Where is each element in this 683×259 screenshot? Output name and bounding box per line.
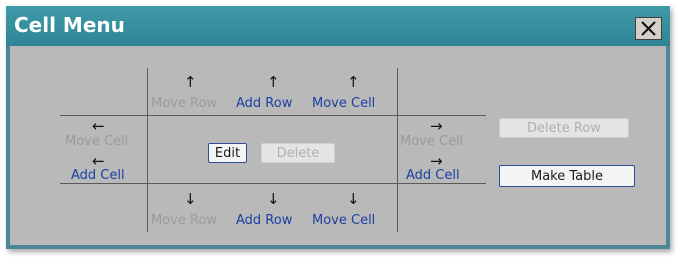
add-cell-right-link[interactable]: Add Cell <box>406 168 460 183</box>
grid-line-top <box>60 115 486 116</box>
up-arrow-icon: ↑ <box>347 73 360 91</box>
delete-button: Delete <box>261 143 335 163</box>
title-bar[interactable]: Cell Menu <box>6 6 670 46</box>
dialog-title: Cell Menu <box>14 13 125 37</box>
add-row-below-link[interactable]: Add Row <box>236 213 292 228</box>
add-cell-left-link[interactable]: Add Cell <box>71 168 125 183</box>
make-table-button[interactable]: Make Table <box>499 165 635 187</box>
close-x-icon <box>641 21 656 36</box>
cell-menu-panel: ↑ ↑ ↑ Move Row Add Row Move Cell ← Move … <box>10 46 666 245</box>
cell-menu-dialog: Cell Menu ↑ ↑ ↑ Move Row Add Row Move Ce… <box>6 6 670 249</box>
move-cell-down-link[interactable]: Move Cell <box>312 213 375 228</box>
up-arrow-icon: ↑ <box>184 73 197 91</box>
grid-line-left <box>147 68 148 232</box>
add-row-above-link[interactable]: Add Row <box>236 96 292 111</box>
grid-line-right <box>397 68 398 232</box>
move-row-up-link: Move Row <box>151 96 218 111</box>
move-cell-left-link: Move Cell <box>65 134 129 149</box>
down-arrow-icon: ↓ <box>267 190 280 208</box>
move-cell-right-link: Move Cell <box>400 134 464 149</box>
left-arrow-icon: ← <box>92 152 105 170</box>
right-arrow-icon: → <box>430 117 443 135</box>
close-button[interactable] <box>635 17 662 40</box>
move-cell-up-link[interactable]: Move Cell <box>312 96 375 111</box>
left-arrow-icon: ← <box>92 117 105 135</box>
right-arrow-icon: → <box>430 152 443 170</box>
edit-button[interactable]: Edit <box>208 143 247 163</box>
delete-row-button: Delete Row <box>499 118 629 138</box>
grid-line-bottom <box>60 183 486 184</box>
move-row-down-link: Move Row <box>151 213 218 228</box>
down-arrow-icon: ↓ <box>184 190 197 208</box>
up-arrow-icon: ↑ <box>267 73 280 91</box>
down-arrow-icon: ↓ <box>347 190 360 208</box>
